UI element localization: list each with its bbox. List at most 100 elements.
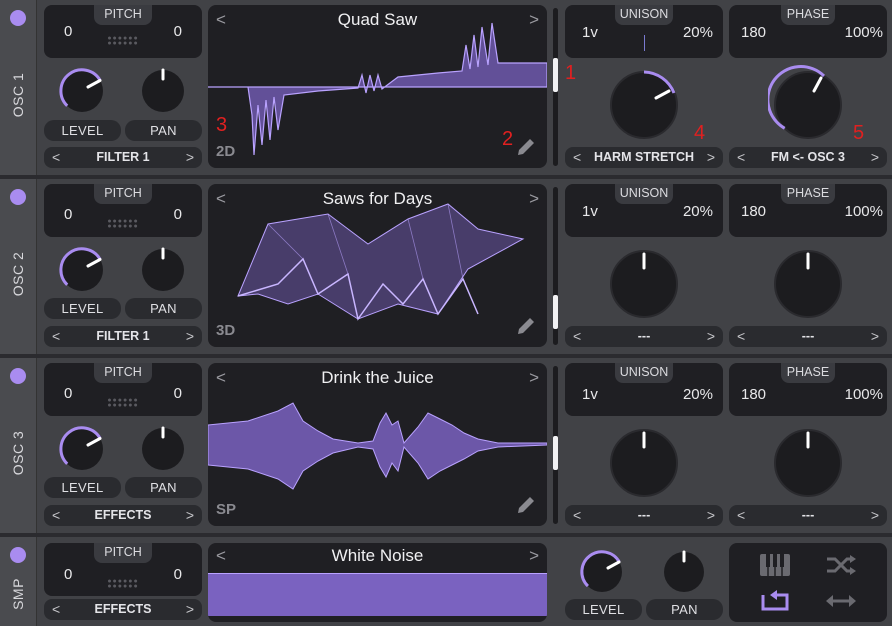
smp-dest-prev[interactable]: < <box>52 599 60 620</box>
osc2-label: OSC 2 <box>10 251 26 297</box>
loop-icon[interactable] <box>759 589 791 613</box>
osc2-slider-handle[interactable] <box>553 295 558 329</box>
osc3-mod1-knob[interactable] <box>604 423 684 503</box>
osc2-pitch-transpose[interactable]: 0 <box>64 206 72 223</box>
osc3-mod2-value: --- <box>801 508 815 522</box>
osc1-fm-knob[interactable] <box>768 65 848 145</box>
osc2-pan-knob[interactable] <box>137 244 189 296</box>
osc3-slider-handle[interactable] <box>553 436 558 470</box>
smp-pitch-transpose[interactable]: 0 <box>64 566 72 583</box>
osc2-dest-next[interactable]: > <box>186 326 194 347</box>
osc2-mod1-next[interactable]: > <box>707 326 715 347</box>
osc1-pitch-tune[interactable]: 0 <box>174 23 182 40</box>
osc1-mod2-prev[interactable]: < <box>737 147 745 168</box>
osc1-phase-value[interactable]: 180 <box>741 24 766 41</box>
osc2-wavetable-display[interactable]: < Saws for Days > 3D <box>208 184 547 347</box>
osc3-mod2-selector[interactable]: < --- > <box>729 505 887 526</box>
smp-pitch-tune[interactable]: 0 <box>174 566 182 583</box>
keyboard-track-icon[interactable] <box>759 553 791 577</box>
osc3-wave-mode[interactable]: SP <box>216 501 236 518</box>
osc2-unison-detune[interactable]: 20% <box>683 203 713 220</box>
osc3-mod2-prev[interactable]: < <box>737 505 745 526</box>
osc2-edit-pencil-icon[interactable] <box>515 315 537 337</box>
osc2-dest-prev[interactable]: < <box>52 326 60 347</box>
osc3-dest-next[interactable]: > <box>186 505 194 526</box>
smp-sample-next[interactable]: > <box>529 546 539 566</box>
osc3-phase-amount[interactable]: 100% <box>845 386 883 403</box>
osc3-mod1-next[interactable]: > <box>707 505 715 526</box>
osc2-mod2-next[interactable]: > <box>871 326 879 347</box>
osc2-level-knob[interactable] <box>56 244 108 296</box>
osc1-mod2-next[interactable]: > <box>871 147 879 168</box>
osc1-pan-knob[interactable] <box>137 65 189 117</box>
smp-destination-selector[interactable]: < EFFECTS > <box>44 599 202 620</box>
osc3-unison-voices[interactable]: 1v <box>582 386 598 403</box>
osc1-mod1-selector[interactable]: < HARM STRETCH > <box>565 147 723 168</box>
osc3-pitch-transpose[interactable]: 0 <box>64 385 72 402</box>
osc2-mod1-selector[interactable]: < --- > <box>565 326 723 347</box>
osc3-mod2-next[interactable]: > <box>871 505 879 526</box>
osc3-wavetable-display[interactable]: < Drink the Juice > SP <box>208 363 547 526</box>
osc2-phase-amount[interactable]: 100% <box>845 203 883 220</box>
smp-noise-waveform <box>208 573 547 616</box>
osc1-pitch-transpose[interactable]: 0 <box>64 23 72 40</box>
osc1-harm-stretch-knob[interactable] <box>604 65 684 145</box>
osc2-pitch-tune[interactable]: 0 <box>174 206 182 223</box>
osc1-phase-amount[interactable]: 100% <box>845 24 883 41</box>
osc3-phase-value[interactable]: 180 <box>741 386 766 403</box>
osc2-pitch-box: PITCH 0 0 ●●●●●● ●●●●●● <box>44 184 202 237</box>
osc2-wave-mode[interactable]: 3D <box>216 322 235 339</box>
osc1-level-knob[interactable] <box>56 65 108 117</box>
osc1-mod1-prev[interactable]: < <box>573 147 581 168</box>
osc2-power-toggle[interactable] <box>10 189 26 205</box>
osc3-pitch-tune[interactable]: 0 <box>174 385 182 402</box>
osc2-mod2-knob[interactable] <box>768 244 848 324</box>
osc3-mod1-prev[interactable]: < <box>573 505 581 526</box>
osc1-mod1-next[interactable]: > <box>707 147 715 168</box>
osc3-phase-label: PHASE <box>781 363 835 383</box>
osc3-power-toggle[interactable] <box>10 368 26 384</box>
osc1-destination-selector[interactable]: < FILTER 1 > <box>44 147 202 168</box>
osc1-power-toggle[interactable] <box>10 10 26 26</box>
osc1-unison-detune[interactable]: 20% <box>683 24 713 41</box>
bounce-arrows-icon[interactable] <box>825 589 857 613</box>
osc3-pitch-dots: ●●●●●● ●●●●●● <box>107 397 139 409</box>
osc1-phase-box: PHASE 180 100% <box>729 5 887 58</box>
random-phase-shuffle-icon[interactable] <box>825 553 857 577</box>
osc2-mod1-knob[interactable] <box>604 244 684 324</box>
osc1-wave-mode[interactable]: 2D <box>216 143 235 160</box>
smp-power-toggle[interactable] <box>10 547 26 563</box>
osc1-dest-next[interactable]: > <box>186 147 194 168</box>
marker-4: 4 <box>694 122 706 144</box>
osc2-mod2-selector[interactable]: < --- > <box>729 326 887 347</box>
smp-sample-display[interactable]: < White Noise > <box>208 543 547 622</box>
osc3-pitch-label: PITCH <box>94 363 152 383</box>
osc3-level-knob[interactable] <box>56 423 108 475</box>
osc1-wave-frame-slider[interactable] <box>553 8 558 166</box>
osc2-wave-frame-slider[interactable] <box>553 187 558 345</box>
osc2-mod2-prev[interactable]: < <box>737 326 745 347</box>
osc1-edit-pencil-icon[interactable] <box>515 136 537 158</box>
osc3-edit-pencil-icon[interactable] <box>515 494 537 516</box>
osc3-destination-selector[interactable]: < EFFECTS > <box>44 505 202 526</box>
osc3-mod2-knob[interactable] <box>768 423 848 503</box>
osc3-unison-detune[interactable]: 20% <box>683 386 713 403</box>
osc2-destination-selector[interactable]: < FILTER 1 > <box>44 326 202 347</box>
osc1-unison-voices[interactable]: 1v <box>582 24 598 41</box>
osc3-wave-frame-slider[interactable] <box>553 366 558 524</box>
osc2-mod1-prev[interactable]: < <box>573 326 581 347</box>
osc3-mod1-selector[interactable]: < --- > <box>565 505 723 526</box>
osc2-unison-voices[interactable]: 1v <box>582 203 598 220</box>
smp-pan-knob[interactable] <box>659 547 709 597</box>
osc1-dest-prev[interactable]: < <box>52 147 60 168</box>
osc1-mod2-selector[interactable]: < FM <- OSC 3 > <box>729 147 887 168</box>
smp-level-knob[interactable] <box>577 547 627 597</box>
osc3-pan-knob[interactable] <box>137 423 189 475</box>
osc3-label: OSC 3 <box>10 430 26 476</box>
osc2-phase-value[interactable]: 180 <box>741 203 766 220</box>
smp-options-box <box>729 543 887 622</box>
osc1-slider-handle[interactable] <box>553 58 558 92</box>
osc3-dest-prev[interactable]: < <box>52 505 60 526</box>
smp-dest-next[interactable]: > <box>186 599 194 620</box>
osc1-wavetable-display[interactable]: < Quad Saw > 2D <box>208 5 547 168</box>
